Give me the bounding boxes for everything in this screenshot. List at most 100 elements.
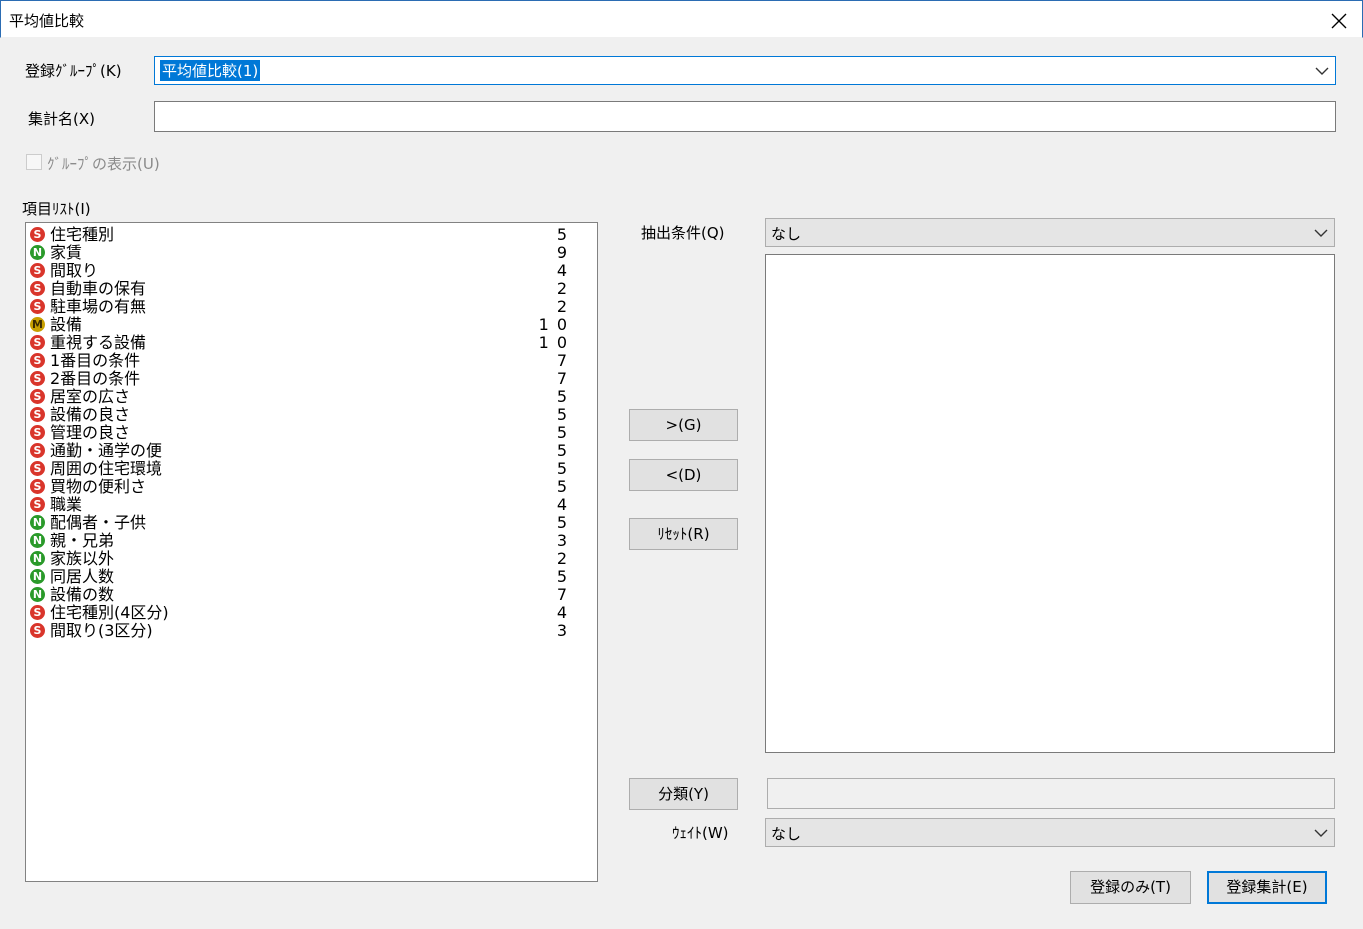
list-item[interactable]: S 周囲の住宅環境 5	[30, 460, 575, 478]
type-s-icon: S	[30, 263, 45, 278]
item-count: 9	[556, 243, 575, 262]
item-count: 4	[556, 261, 575, 280]
item-count: 5	[556, 405, 575, 424]
type-s-icon: S	[30, 389, 45, 404]
item-count: 3	[556, 531, 575, 550]
list-item[interactable]: S 駐車場の有無 2	[30, 298, 575, 316]
list-item[interactable]: N 配偶者・子供 5	[30, 514, 575, 532]
classify-field	[767, 778, 1335, 809]
extract-label: 抽出条件(Q)	[641, 224, 725, 242]
list-item[interactable]: S 通勤・通学の便 5	[30, 442, 575, 460]
type-s-icon: S	[30, 605, 45, 620]
type-s-icon: S	[30, 479, 45, 494]
item-count: 5	[556, 225, 575, 244]
item-list-label: 項目ﾘｽﾄ(I)	[22, 200, 91, 218]
classify-button[interactable]: 分類(Y)	[629, 778, 738, 810]
type-s-icon: S	[30, 407, 45, 422]
item-count: 10	[538, 333, 575, 352]
show-group-checkbox[interactable]	[26, 154, 42, 170]
aggregate-name-input[interactable]	[154, 101, 1336, 132]
chevron-down-icon	[1315, 67, 1329, 75]
remove-button[interactable]: <(D)	[629, 459, 738, 491]
group-select[interactable]: 平均値比較(1)	[154, 56, 1336, 85]
type-s-icon: S	[30, 623, 45, 638]
list-item[interactable]: M 設備 10	[30, 316, 575, 334]
list-item[interactable]: S 間取り(3区分) 3	[30, 622, 575, 640]
item-name: 設備の数	[50, 585, 115, 604]
list-item[interactable]: S 設備の良さ 5	[30, 406, 575, 424]
type-n-icon: N	[30, 569, 45, 584]
list-item[interactable]: N 家賃 9	[30, 244, 575, 262]
type-n-icon: N	[30, 587, 45, 602]
reset-button[interactable]: ﾘｾｯﾄ(R)	[629, 518, 738, 550]
title-bar: 平均値比較	[0, 0, 1363, 38]
selected-items-list[interactable]	[765, 254, 1335, 753]
type-m-icon: M	[30, 317, 45, 332]
item-name: 間取り(3区分)	[50, 621, 153, 640]
list-item[interactable]: S 買物の便利さ 5	[30, 478, 575, 496]
item-count: 7	[556, 351, 575, 370]
item-count: 5	[556, 477, 575, 496]
type-s-icon: S	[30, 335, 45, 350]
list-item[interactable]: N 同居人数 5	[30, 568, 575, 586]
list-item[interactable]: S 職業 4	[30, 496, 575, 514]
item-name: 自動車の保有	[50, 279, 147, 298]
list-item[interactable]: S 住宅種別(4区分) 4	[30, 604, 575, 622]
weight-label: ｳｪｲﾄ(W)	[672, 824, 729, 842]
item-name: 同居人数	[50, 567, 115, 586]
item-name: 2番目の条件	[50, 369, 141, 388]
type-n-icon: N	[30, 551, 45, 566]
item-count: 5	[556, 513, 575, 532]
item-list[interactable]: S 住宅種別 5 N 家賃 9 S 間取り 4 S 自動車の保有 2 S 駐車場の有無 2 M 設備 10 S 重視す…	[25, 222, 598, 882]
type-n-icon: N	[30, 245, 45, 260]
extract-select-value: なし	[771, 225, 802, 243]
list-item[interactable]: S 居室の広さ 5	[30, 388, 575, 406]
type-s-icon: S	[30, 353, 45, 368]
list-item[interactable]: N 家族以外 2	[30, 550, 575, 568]
type-s-icon: S	[30, 227, 45, 242]
item-count: 7	[556, 369, 575, 388]
item-count: 4	[556, 495, 575, 514]
item-count: 5	[556, 441, 575, 460]
item-name: 職業	[50, 495, 83, 514]
chevron-down-icon	[1314, 829, 1328, 837]
aggregate-label: 集計名(X)	[28, 110, 95, 128]
close-button[interactable]	[1323, 5, 1353, 35]
list-item[interactable]: S 住宅種別 5	[30, 226, 575, 244]
item-name: 駐車場の有無	[50, 297, 147, 316]
item-name: 配偶者・子供	[50, 513, 147, 532]
weight-select[interactable]: なし	[765, 818, 1335, 847]
item-count: 5	[556, 459, 575, 478]
list-item[interactable]: S 1番目の条件 7	[30, 352, 575, 370]
type-s-icon: S	[30, 371, 45, 386]
list-item[interactable]: S 間取り 4	[30, 262, 575, 280]
item-count: 2	[556, 279, 575, 298]
chevron-down-icon	[1314, 229, 1328, 237]
item-name: 設備の良さ	[50, 405, 131, 424]
list-item[interactable]: N 親・兄弟 3	[30, 532, 575, 550]
list-item[interactable]: S 重視する設備 10	[30, 334, 575, 352]
item-name: 住宅種別(4区分)	[50, 603, 169, 622]
list-item[interactable]: N 設備の数 7	[30, 586, 575, 604]
list-item[interactable]: S 自動車の保有 2	[30, 280, 575, 298]
item-name: 周囲の住宅環境	[50, 459, 163, 478]
extract-select[interactable]: なし	[765, 218, 1335, 247]
item-name: 家族以外	[50, 549, 115, 568]
item-name: 間取り	[50, 261, 99, 280]
item-name: 居室の広さ	[50, 387, 131, 406]
group-label: 登録ｸﾞﾙｰﾌﾟ(K)	[25, 62, 122, 80]
item-name: 家賃	[50, 243, 83, 262]
item-count: 5	[556, 567, 575, 586]
item-name: 重視する設備	[50, 333, 147, 352]
register-aggregate-button[interactable]: 登録集計(E)	[1207, 871, 1327, 904]
item-count: 4	[556, 603, 575, 622]
item-count: 3	[556, 621, 575, 640]
type-s-icon: S	[30, 443, 45, 458]
list-item[interactable]: S 2番目の条件 7	[30, 370, 575, 388]
item-count: 2	[556, 549, 575, 568]
group-select-value: 平均値比較(1)	[158, 59, 262, 82]
list-item[interactable]: S 管理の良さ 5	[30, 424, 575, 442]
register-only-button[interactable]: 登録のみ(T)	[1070, 871, 1191, 904]
add-button[interactable]: >(G)	[629, 409, 738, 441]
item-name: 住宅種別	[50, 225, 115, 244]
